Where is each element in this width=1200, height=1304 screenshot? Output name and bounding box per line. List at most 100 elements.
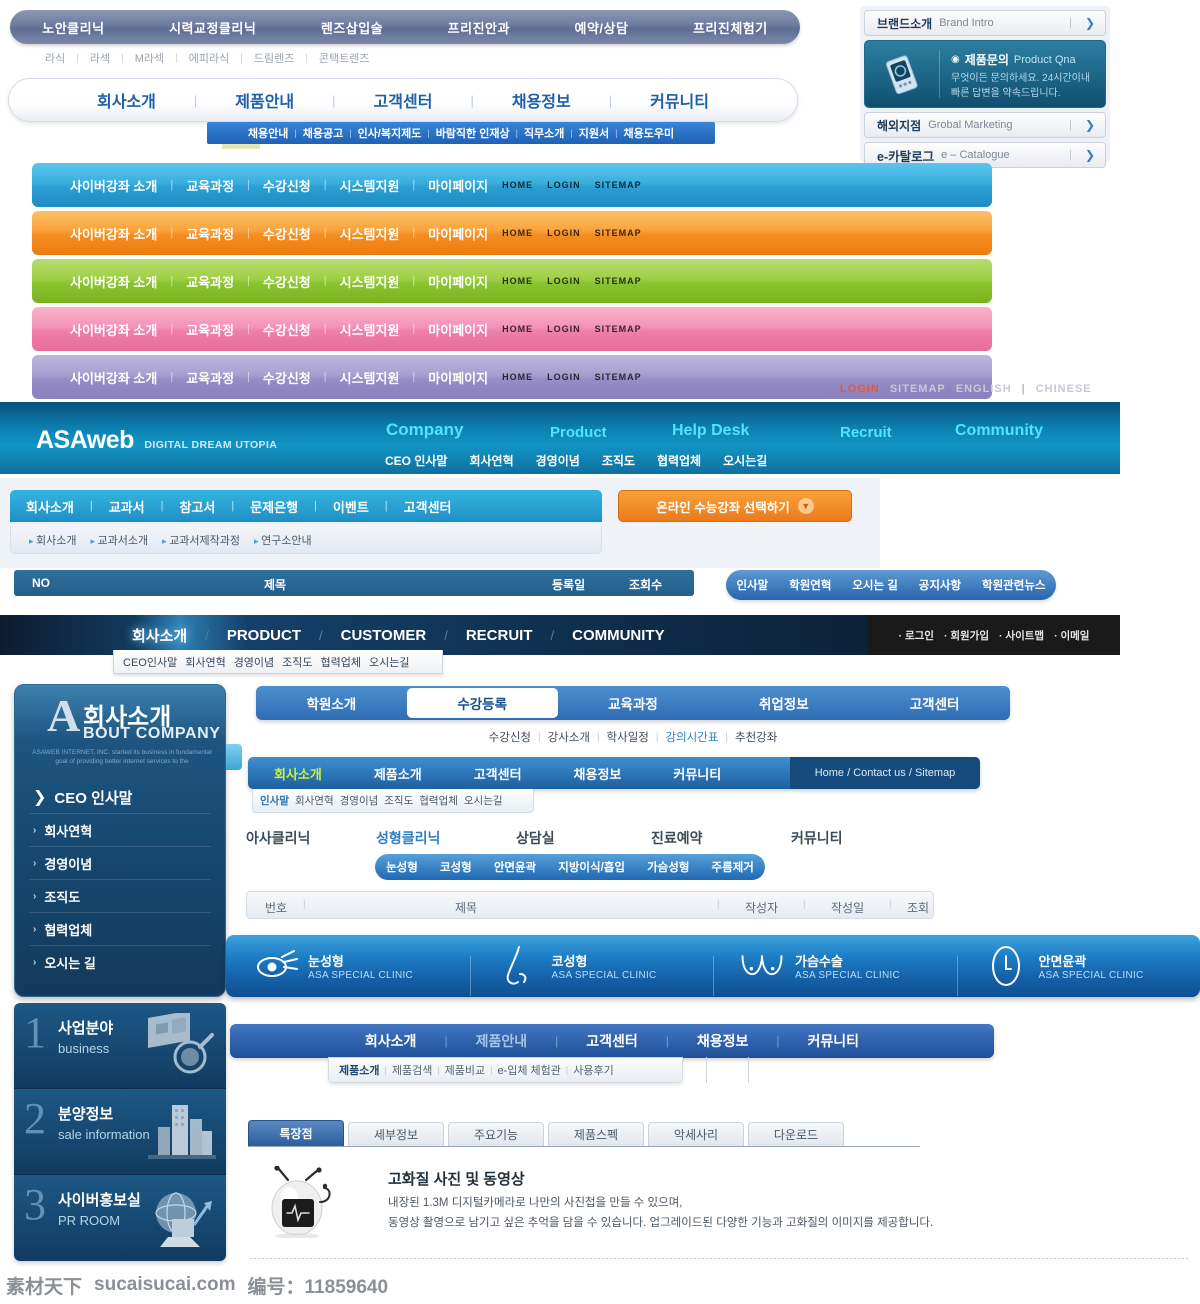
white-sub-item-4[interactable]: 직무소개 [518,125,570,141]
ptab-specs[interactable]: 제품스펙 [548,1122,644,1146]
navy-item-2[interactable]: CUSTOMER [327,627,441,644]
white-sub-item-5[interactable]: 지원서 [573,125,615,141]
top-nav-item-5[interactable]: 프리진체험기 [693,18,768,37]
white-sub-item-0[interactable]: 채용안내 [242,125,294,141]
clinic-pill-2[interactable]: 안면윤곽 [494,859,536,875]
cbar0-sitemap-link[interactable]: SITEMAP [581,180,642,190]
top-nav-item-4[interactable]: 예약/상담 [574,18,628,37]
tab-customer-center[interactable]: 고객센터 [859,686,1010,720]
cbar0-home-link[interactable]: HOME [488,180,533,190]
navy-item-1[interactable]: PRODUCT [213,627,315,644]
ptab-accessories[interactable]: 악세사리 [648,1122,744,1146]
cbar3-sitemap-link[interactable]: SITEMAP [581,324,642,334]
white-nav-item-0[interactable]: 회사소개 [59,88,194,112]
cbar1-item-0[interactable]: 사이버강좌 소개 [70,224,157,243]
academy-sub-1[interactable]: 강사소개 [541,729,597,745]
sidebar-item-ceo-greeting[interactable]: ❯ CEO 인사말 [29,781,211,814]
cbar2-item-3[interactable]: 시스템지원 [340,272,400,291]
cbar2-home-link[interactable]: HOME [488,276,533,286]
cbar1-item-3[interactable]: 시스템지원 [340,224,400,243]
breadcrumb-item-1[interactable]: 교과서소개 [91,532,149,548]
navy-sub-4[interactable]: 협력업체 [321,654,361,670]
tab2-community[interactable]: 커뮤니티 [647,764,747,783]
top-sub-link-4[interactable]: 드림렌즈 [243,50,305,66]
cbar2-item-1[interactable]: 교육과정 [186,272,234,291]
navy-item-0[interactable]: 회사소개 [118,625,201,646]
clinic-banner-breast[interactable]: 가슴수술 ASA SPECIAL CLINIC [713,946,957,996]
cbar1-home-link[interactable]: HOME [488,228,533,238]
clinic-pill-3[interactable]: 지방이식/흡입 [558,859,625,875]
top-nav-item-0[interactable]: 노안클리닉 [42,18,104,37]
pill-subnav-item-2[interactable]: 오시는 길 [852,577,898,593]
white-sub-item-6[interactable]: 채용도우미 [617,125,680,141]
ptab-download[interactable]: 다운로드 [748,1122,844,1146]
brand-intro-box[interactable]: 브랜드소개 Brand Intro | ❯ [864,10,1106,36]
cbar1-login-link[interactable]: LOGIN [533,228,581,238]
bot-nav-0[interactable]: 회사소개 [337,1031,445,1051]
util-chinese-link[interactable]: CHINESE [1036,383,1092,395]
white-nav-item-4[interactable]: 커뮤니티 [612,88,747,112]
cbar0-item-0[interactable]: 사이버강좌 소개 [70,176,157,195]
cbar4-item-4[interactable]: 마이페이지 [428,368,488,387]
clinic-nav-reservation[interactable]: 진료예약 [651,828,791,848]
sidebar-item-philosophy[interactable]: › 경영이념 [29,847,211,880]
cbar3-item-1[interactable]: 교육과정 [186,320,234,339]
cbar0-item-4[interactable]: 마이페이지 [428,176,488,195]
cbar3-item-4[interactable]: 마이페이지 [428,320,488,339]
promo-business[interactable]: 1 사업분야 business [14,1003,226,1089]
breadcrumb-item-0[interactable]: 회사소개 [29,532,76,548]
global-marketing-box[interactable]: 해외지점 Grobal Marketing | ❯ [864,112,1106,138]
breadcrumb-item-2[interactable]: 교과서제작과정 [162,532,240,548]
white-sub-item-3[interactable]: 바람직한 인재상 [430,125,516,141]
sidebar-item-directions[interactable]: › 오시는 길 [29,946,211,979]
clinic-banner-face[interactable]: 안면윤곽 ASA SPECIAL CLINIC [956,946,1200,996]
clinic-pill-4[interactable]: 가슴성형 [647,859,689,875]
company-sub-2[interactable]: 경영이념 [340,793,379,808]
pill-subnav-item-1[interactable]: 학원연혁 [789,577,831,593]
bot-sub-4[interactable]: 사용후기 [573,1062,613,1078]
asaweb-group-company[interactable]: Company [386,420,463,440]
breadcrumb-item-3[interactable]: 연구소안내 [254,532,312,548]
asaweb-group-helpdesk[interactable]: Help Desk [672,422,749,440]
online-course-select-button[interactable]: 온라인 수능강좌 선택하기 ▼ [618,490,852,522]
tab2-company-intro[interactable]: 회사소개 [248,764,348,783]
white-sub-item-2[interactable]: 인사/복지제도 [352,125,428,141]
ptab-details[interactable]: 세부정보 [348,1122,444,1146]
bot-sub-3[interactable]: e-입체 체험관 [497,1062,560,1078]
cbar1-item-4[interactable]: 마이페이지 [428,224,488,243]
sidebar-item-history[interactable]: › 회사연혁 [29,814,211,847]
tab-academy-intro[interactable]: 학원소개 [256,686,407,720]
cbar0-item-2[interactable]: 수강신청 [263,176,311,195]
cyan-item-4[interactable]: 이벤트 [317,497,385,516]
navy-item-4[interactable]: COMMUNITY [558,627,679,644]
navy-sub-3[interactable]: 조직도 [282,654,312,670]
asaweb-sub-5[interactable]: 오시는길 [723,452,767,469]
navy-item-3[interactable]: RECRUIT [452,627,547,644]
white-nav-item-2[interactable]: 고객센터 [336,88,471,112]
clinic-nav-community[interactable]: 커뮤니티 [791,828,843,848]
academy-sub-0[interactable]: 수강신청 [482,729,538,745]
navy-sub-1[interactable]: 회사연혁 [185,654,225,670]
asaweb-logo[interactable]: ASAweb DIGITAL DREAM UTOPIA [36,426,277,455]
clinic-pill-0[interactable]: 눈성형 [386,859,418,875]
tab-course-registration[interactable]: 수강등록 [406,688,558,718]
cbar4-item-1[interactable]: 교육과정 [186,368,234,387]
cbar4-item-2[interactable]: 수강신청 [263,368,311,387]
bot-sub-2[interactable]: 제품비교 [445,1062,485,1078]
tab2-customer-center[interactable]: 고객센터 [448,764,548,783]
asaweb-group-recruit[interactable]: Recruit [840,424,892,441]
util-english-link[interactable]: ENGLISH [956,383,1012,395]
top-sub-link-0[interactable]: 라식 [34,50,76,66]
cbar4-item-0[interactable]: 사이버강좌 소개 [70,368,157,387]
clinic-pill-5[interactable]: 주름제거 [712,859,754,875]
top-nav-item-2[interactable]: 렌즈삽입술 [321,18,383,37]
cbar4-sitemap-link[interactable]: SITEMAP [581,372,642,382]
tab-curriculum[interactable]: 교육과정 [558,686,709,720]
clinic-nav-counseling[interactable]: 상담실 [516,828,651,848]
tab2-recruit-info[interactable]: 채용정보 [548,764,648,783]
util-sitemap-link[interactable]: SITEMAP [890,383,946,395]
cbar3-item-3[interactable]: 시스템지원 [340,320,400,339]
company-sub-1[interactable]: 회사연혁 [295,793,334,808]
academy-sub-4[interactable]: 추천강좌 [728,729,784,745]
clinic-banner-eye[interactable]: 눈성형 ASA SPECIAL CLINIC [226,946,470,986]
